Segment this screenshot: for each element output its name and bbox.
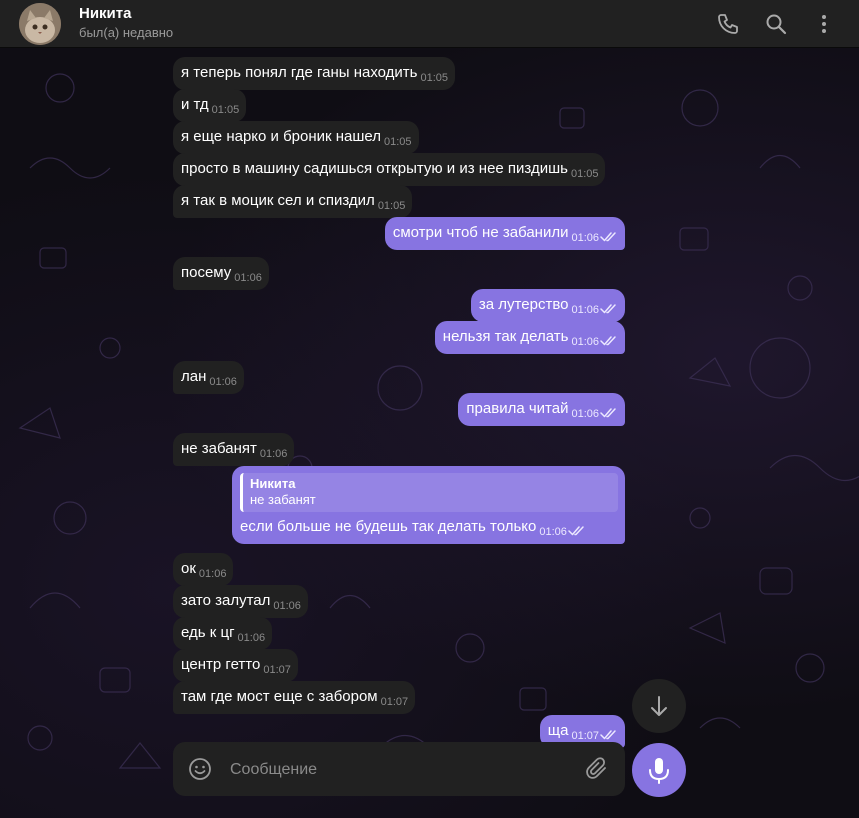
- incoming-message[interactable]: посему 01:06: [173, 257, 269, 290]
- message-text: ща: [547, 722, 569, 739]
- message-time: 01:05: [420, 72, 449, 84]
- message-text: зато залутал: [181, 592, 271, 609]
- message-time: 01:06: [571, 408, 599, 420]
- message-time: 01:06: [198, 568, 227, 580]
- message-text: едь к цг: [181, 624, 235, 641]
- outgoing-message[interactable]: смотри чтоб не забанили 01:06: [384, 217, 625, 250]
- message-text: если больше не будешь так делать только: [240, 518, 537, 535]
- incoming-message[interactable]: я теперь понял где ганы находить 01:05: [173, 57, 456, 90]
- voice-record-button[interactable]: [632, 743, 686, 797]
- outgoing-message[interactable]: за лутерство 01:06: [470, 289, 625, 322]
- message-time: 01:07: [380, 696, 409, 708]
- message-time: 01:05: [570, 168, 599, 180]
- message-text: лан: [181, 368, 207, 385]
- double-check-icon: [599, 224, 618, 241]
- message-text: я так в моцик сел и спиздил: [181, 192, 375, 209]
- message-input[interactable]: [228, 757, 572, 783]
- message-time: 01:05: [384, 136, 412, 148]
- incoming-message[interactable]: там где мост еще с забором 01:07: [173, 681, 416, 714]
- chat-header: Никита был(а) недавно: [0, 0, 859, 48]
- reply-text: не забанят: [250, 492, 316, 507]
- incoming-message[interactable]: я так в моцик сел и спиздил 01:05: [173, 185, 413, 218]
- incoming-message[interactable]: я еще нарко и броник нашел 01:05: [173, 121, 419, 154]
- incoming-message[interactable]: просто в машину садишься открытую и из н…: [173, 153, 606, 186]
- message-text: центр гетто: [181, 656, 261, 673]
- message-time: 01:06: [234, 272, 262, 284]
- message-time: 01:06: [273, 600, 301, 612]
- message-text: не забанят: [181, 440, 257, 457]
- message-time: 01:07: [263, 664, 291, 676]
- reply-quote[interactable]: Никита не забанят: [240, 473, 618, 512]
- more-vertical-icon[interactable]: [812, 12, 836, 36]
- message-time: 01:06: [539, 526, 567, 538]
- contact-name[interactable]: Никита: [79, 5, 131, 22]
- double-check-icon: [599, 296, 618, 313]
- message-time: 01:05: [377, 200, 406, 212]
- double-check-icon: [567, 518, 586, 535]
- message-time: 01:06: [571, 336, 599, 348]
- scroll-down-button[interactable]: [632, 679, 686, 733]
- message-text: и тд: [181, 96, 209, 113]
- message-text: правила читай: [466, 400, 569, 417]
- incoming-message[interactable]: лан 01:06: [173, 361, 244, 394]
- incoming-message[interactable]: не забанят 01:06: [173, 433, 295, 466]
- message-text: я теперь понял где ганы находить: [181, 64, 418, 81]
- message-time: 01:05: [211, 104, 240, 116]
- incoming-message[interactable]: зато залутал 01:06: [173, 585, 308, 618]
- message-time: 01:06: [209, 376, 237, 388]
- contact-status: был(а) недавно: [79, 25, 174, 40]
- outgoing-message[interactable]: Никита не забанят если больше не будешь та…: [232, 466, 625, 544]
- message-time: 01:07: [571, 730, 599, 742]
- double-check-icon: [599, 400, 618, 417]
- message-text: я еще нарко и броник нашел: [181, 128, 381, 145]
- double-check-icon: [599, 722, 618, 739]
- message-text: там где мост еще с забором: [181, 688, 378, 705]
- message-text: посему: [181, 264, 232, 281]
- paperclip-icon[interactable]: [585, 757, 609, 781]
- incoming-message[interactable]: центр гетто 01:07: [173, 649, 298, 682]
- incoming-message[interactable]: и тд 01:05: [173, 89, 247, 122]
- message-text: нельзя так делать: [442, 328, 569, 345]
- message-text: просто в машину садишься открытую и из н…: [181, 160, 568, 177]
- message-time: 01:06: [571, 304, 599, 316]
- message-time: 01:06: [237, 632, 266, 644]
- reply-author: Никита: [250, 476, 296, 491]
- avatar[interactable]: [19, 3, 61, 45]
- message-text: смотри чтоб не забанили: [392, 224, 569, 241]
- message-text: за лутерство: [478, 296, 569, 313]
- search-icon[interactable]: [764, 12, 788, 36]
- message-text: ок: [181, 560, 196, 577]
- message-time: 01:06: [571, 232, 599, 244]
- double-check-icon: [599, 328, 618, 345]
- phone-icon[interactable]: [716, 12, 740, 36]
- microphone-icon: [649, 758, 669, 784]
- outgoing-message[interactable]: правила читай 01:06: [458, 393, 625, 426]
- incoming-message[interactable]: ок 01:06: [173, 553, 234, 586]
- arrow-down-icon: [651, 696, 667, 716]
- incoming-message[interactable]: едь к цг 01:06: [173, 617, 273, 650]
- emoji-icon[interactable]: [188, 757, 212, 781]
- outgoing-message[interactable]: нельзя так делать 01:06: [434, 321, 625, 354]
- message-time: 01:06: [259, 448, 288, 460]
- message-composer: [173, 742, 625, 796]
